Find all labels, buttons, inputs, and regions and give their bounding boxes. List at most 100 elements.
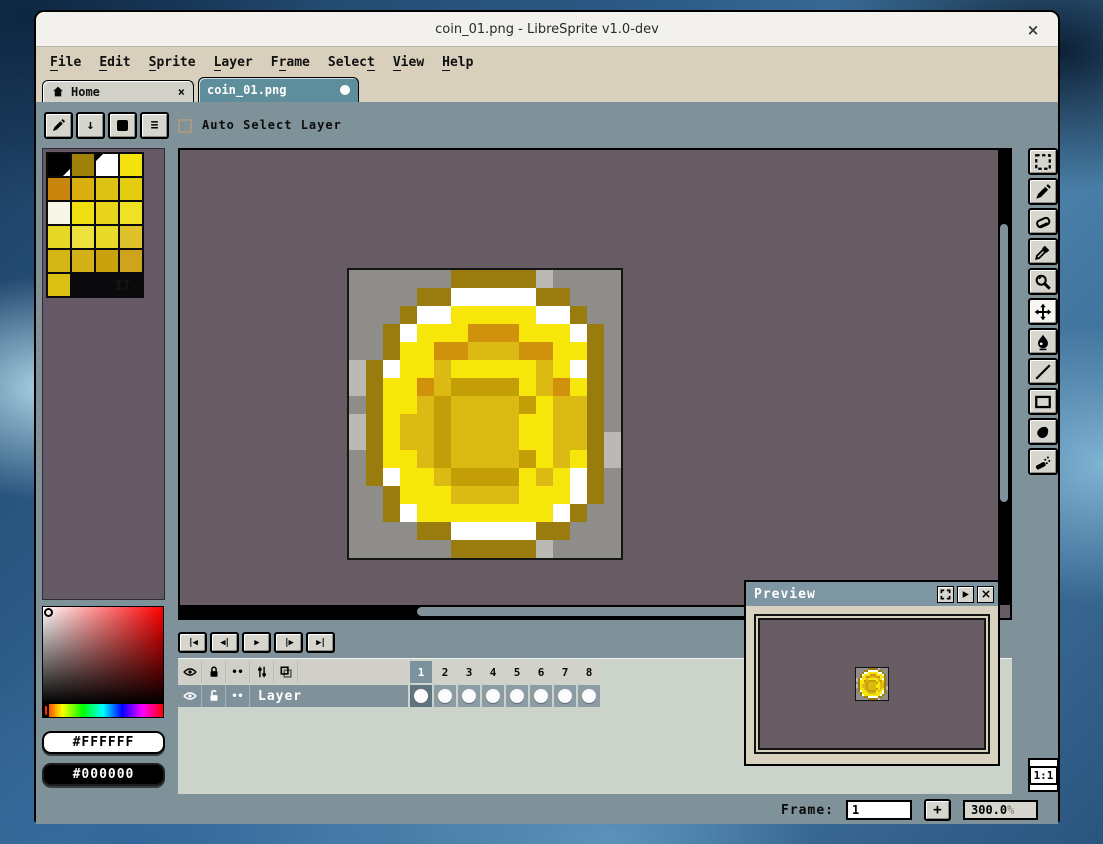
- preview-play-icon[interactable]: [957, 586, 974, 603]
- tool-spray[interactable]: [1028, 448, 1058, 475]
- skip-first-button[interactable]: |◀: [178, 632, 207, 653]
- add-frame-button[interactable]: +: [924, 799, 951, 821]
- preview-window[interactable]: Preview: [744, 580, 1000, 766]
- palette-swatch[interactable]: [120, 178, 142, 200]
- cel-2[interactable]: [434, 685, 456, 707]
- tool-paint-drop[interactable]: [1028, 328, 1058, 355]
- layer-lock-open-toggle[interactable]: [202, 685, 226, 707]
- lock-toggle[interactable]: [202, 661, 226, 683]
- frame-header-7[interactable]: 7: [554, 661, 576, 683]
- cel-8[interactable]: [578, 685, 600, 707]
- tab-home-close-icon[interactable]: ×: [178, 85, 185, 99]
- tool-line[interactable]: [1028, 358, 1058, 385]
- palette-swatch[interactable]: [48, 250, 70, 272]
- menu-layer[interactable]: Layer: [212, 53, 255, 72]
- palette-swatch[interactable]: [120, 154, 142, 176]
- cel-3[interactable]: [458, 685, 480, 707]
- sprite-pixels[interactable]: [347, 268, 623, 560]
- palette-swatch[interactable]: [96, 250, 118, 272]
- tool-move[interactable]: [1028, 298, 1058, 325]
- vertical-scrollbar-thumb[interactable]: [1000, 224, 1008, 502]
- auto-select-layer-checkbox[interactable]: [178, 119, 192, 133]
- palette-swatch[interactable]: [72, 154, 94, 176]
- hue-selector[interactable]: [43, 704, 49, 717]
- cel-7[interactable]: [554, 685, 576, 707]
- palette-swatch[interactable]: [48, 274, 70, 296]
- palette-swatch[interactable]: [96, 154, 118, 176]
- frame-header-6[interactable]: 6: [530, 661, 552, 683]
- palette-swatch[interactable]: [72, 202, 94, 224]
- frame-header-1[interactable]: 1: [410, 661, 432, 683]
- cel-4[interactable]: [482, 685, 504, 707]
- menu-file[interactable]: File: [48, 53, 83, 72]
- layer-eye-toggle[interactable]: [178, 685, 202, 707]
- frame-header-4[interactable]: 4: [482, 661, 504, 683]
- cel-1[interactable]: [410, 685, 432, 707]
- one-to-one-button[interactable]: 1:1: [1028, 758, 1059, 792]
- layer-name[interactable]: Layer: [250, 689, 302, 704]
- hue-slider[interactable]: [43, 704, 163, 717]
- frame-number-input[interactable]: 1: [846, 800, 912, 820]
- duplicate-toggle[interactable]: [274, 661, 298, 683]
- frame-header-8[interactable]: 8: [578, 661, 600, 683]
- play-button[interactable]: ▶: [242, 632, 271, 653]
- center-icon[interactable]: [937, 586, 954, 603]
- menu-view[interactable]: View: [391, 53, 426, 72]
- step-back-button[interactable]: ◀|: [210, 632, 239, 653]
- sv-selector[interactable]: [44, 608, 53, 617]
- tool-zoom[interactable]: [1028, 268, 1058, 295]
- layer-row[interactable]: ••Layer: [178, 685, 600, 707]
- menu-frame[interactable]: Frame: [269, 53, 312, 72]
- frame-header-3[interactable]: 3: [458, 661, 480, 683]
- tool-blur[interactable]: [1028, 418, 1058, 445]
- eye-toggle[interactable]: [178, 661, 202, 683]
- palette-swatch[interactable]: [72, 226, 94, 248]
- tool-eraser[interactable]: [1028, 208, 1058, 235]
- palette-swatch[interactable]: [48, 226, 70, 248]
- sprite-canvas[interactable]: [178, 148, 1012, 620]
- foreground-color-button[interactable]: #FFFFFF: [42, 731, 165, 754]
- layer-onion-skin-toggle[interactable]: ••: [226, 685, 250, 707]
- filled-square-button[interactable]: [108, 112, 137, 139]
- tool-rectangle[interactable]: [1028, 388, 1058, 415]
- window-close-icon[interactable]: ×: [1022, 19, 1044, 41]
- menu-button[interactable]: ≡: [140, 112, 169, 139]
- preview-title-bar[interactable]: Preview: [746, 582, 998, 606]
- preview-close-icon[interactable]: [977, 586, 994, 603]
- vertical-scrollbar[interactable]: [998, 150, 1010, 605]
- palette-swatch[interactable]: [48, 154, 70, 176]
- tool-pencil[interactable]: [1028, 178, 1058, 205]
- palette-swatch[interactable]: [48, 202, 70, 224]
- onion-skin-toggle[interactable]: ••: [226, 661, 250, 683]
- frame-header-2[interactable]: 2: [434, 661, 456, 683]
- menu-sprite[interactable]: Sprite: [147, 53, 198, 72]
- palette-swatch[interactable]: [120, 250, 142, 272]
- palette-swatch[interactable]: [120, 226, 142, 248]
- menu-edit[interactable]: Edit: [97, 53, 132, 72]
- frame-header-5[interactable]: 5: [506, 661, 528, 683]
- tool-rect-select[interactable]: [1028, 148, 1058, 175]
- pencil-button[interactable]: [44, 112, 73, 139]
- tab-home[interactable]: Home ×: [42, 80, 194, 102]
- background-color-button[interactable]: #000000: [42, 763, 165, 786]
- palette-swatch[interactable]: [48, 178, 70, 200]
- cel-6[interactable]: [530, 685, 552, 707]
- title-bar[interactable]: coin_01.png - LibreSprite v1.0-dev ×: [36, 12, 1058, 47]
- palette-swatch[interactable]: [96, 226, 118, 248]
- palette-swatch[interactable]: [96, 178, 118, 200]
- saturation-value-area[interactable]: [43, 607, 163, 704]
- palette-swatch[interactable]: [120, 202, 142, 224]
- tab-coin01[interactable]: coin_01.png: [198, 77, 359, 102]
- step-forward-button[interactable]: |▶: [274, 632, 303, 653]
- palette-swatch[interactable]: [96, 202, 118, 224]
- tool-eyedropper[interactable]: [1028, 238, 1058, 265]
- palette-swatch[interactable]: [72, 250, 94, 272]
- zoom-level-box[interactable]: 300.0%: [963, 800, 1038, 820]
- menu-select[interactable]: Select: [326, 53, 377, 72]
- menu-help[interactable]: Help: [440, 53, 475, 72]
- skip-last-button[interactable]: ▶|: [306, 632, 335, 653]
- arrow-down-button[interactable]: ↓: [76, 112, 105, 139]
- cel-options-toggle[interactable]: [250, 661, 274, 683]
- cel-5[interactable]: [506, 685, 528, 707]
- palette-swatch[interactable]: [72, 178, 94, 200]
